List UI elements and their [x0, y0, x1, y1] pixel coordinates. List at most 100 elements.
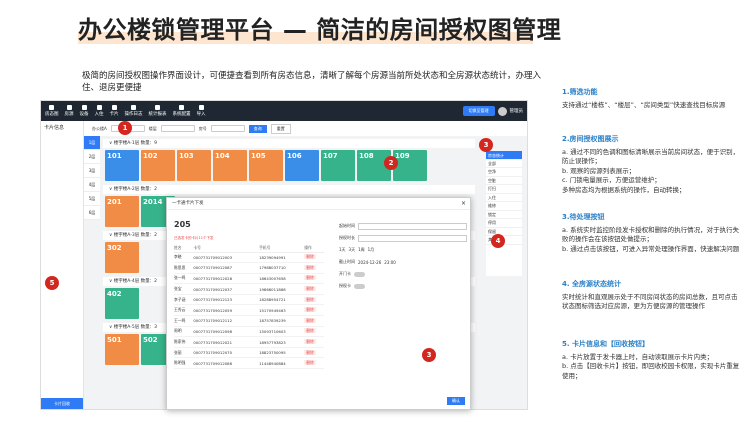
delete-button[interactable]: 删除	[304, 264, 316, 270]
floor-group-header[interactable]: ∨ 楼宇楼A-1层 数量：9	[103, 139, 475, 148]
nav-icon	[131, 105, 136, 110]
confirm-button[interactable]: 确认	[447, 397, 465, 405]
floor-tab[interactable]: 4层	[84, 178, 100, 192]
nav-icon	[81, 105, 87, 110]
nav-item[interactable]: 系统配置	[173, 105, 191, 117]
nav-item[interactable]: 设备	[80, 105, 89, 117]
nav-item[interactable]: 卡片	[110, 105, 119, 117]
callout-badge-5: 5	[45, 276, 59, 290]
status-item[interactable]: 维修	[486, 202, 522, 211]
user-area: 切换至管理 管理员	[462, 106, 523, 116]
floor-label: 楼层	[148, 125, 157, 131]
duration-1w[interactable]: 1周	[358, 247, 365, 253]
delete-button[interactable]: 删除	[304, 328, 316, 334]
table-cell: 删除	[304, 304, 324, 317]
status-item[interactable]: 空净	[486, 168, 522, 177]
table-cell: 0007731709012037	[193, 283, 260, 295]
table-cell: 删除	[304, 357, 324, 370]
table-cell: 删除	[304, 336, 324, 348]
reset-button[interactable]: 重置	[270, 123, 291, 134]
duration-1d[interactable]: 1天	[339, 247, 346, 253]
room-card[interactable]: 109	[393, 150, 427, 181]
floor-select[interactable]	[160, 125, 195, 132]
delete-button[interactable]: 删除	[304, 254, 316, 260]
callout-badge-1: 1	[118, 121, 132, 135]
status-item[interactable]: 入住	[486, 194, 522, 202]
open-card-label: 开门卡	[339, 271, 351, 276]
nav-item[interactable]: 房态图	[45, 105, 59, 117]
floor-tab[interactable]: 6层	[84, 206, 100, 220]
table-cell: 18957793823	[259, 336, 305, 348]
table-cell: 0007731709012087	[193, 262, 260, 274]
nav-item[interactable]: 操作日志	[125, 105, 143, 117]
duration-input[interactable]	[358, 234, 467, 242]
feature-line: a. 卡片放置于发卡器上时，自动读取展示卡片内类；	[562, 352, 714, 361]
room-card[interactable]: 201	[105, 196, 139, 227]
status-item[interactable]: 保留	[486, 228, 522, 236]
room-card[interactable]: 107	[321, 150, 355, 181]
table-cell: 0007731709012003	[193, 252, 260, 264]
start-time-input[interactable]	[358, 222, 467, 230]
room-card[interactable]: 101	[105, 150, 139, 181]
delete-button[interactable]: 删除	[304, 349, 316, 355]
delete-button[interactable]: 删除	[304, 339, 316, 345]
room-card[interactable]: 402	[105, 288, 139, 319]
nav-item[interactable]: 导入	[197, 105, 206, 117]
table-cell: 18823750095	[259, 347, 305, 359]
delete-button[interactable]: 删除	[304, 317, 316, 323]
avatar[interactable]	[497, 106, 507, 116]
room-number: 302	[107, 244, 122, 252]
end-date-value[interactable]: 2024-12-26	[358, 260, 381, 265]
nav-item[interactable]: 房源	[65, 105, 74, 117]
feature-block: 4. 全房源状态统计 实时统计和直观展示处于不同房间状态的房间总数，且可点击状态图…	[562, 280, 742, 312]
delete-button[interactable]: 删除	[304, 307, 316, 313]
feature-line: c. 门锁电量展示，方便运营维护；	[562, 176, 661, 184]
room-card[interactable]: 103	[177, 150, 211, 181]
table-cell: 删除	[304, 315, 324, 327]
status-item[interactable]: 打扫	[486, 185, 522, 194]
query-button[interactable]: 查询	[248, 124, 267, 133]
status-item[interactable]: 空脏	[486, 177, 522, 185]
floor-tabs: 1层 2层 3层 4层 5层 6层	[84, 136, 100, 220]
close-icon[interactable]: ×	[461, 200, 466, 207]
table-row: 陈家伟 0007731709012021 18957793823 删除	[174, 336, 324, 348]
building-label: 办公楼A	[92, 125, 107, 131]
nav-item[interactable]: 统计报表	[149, 105, 167, 117]
status-item[interactable]: 锁定	[486, 211, 522, 219]
room-number: 104	[215, 152, 230, 160]
room-card[interactable]: 106	[285, 150, 319, 181]
table-cell: 删除	[304, 262, 324, 274]
nav-item[interactable]: 入住	[95, 105, 104, 117]
delete-button[interactable]: 删除	[304, 286, 316, 292]
delete-button[interactable]: 删除	[304, 360, 316, 366]
open-card-toggle[interactable]	[354, 271, 365, 277]
floor-group-header[interactable]: ∨ 楼宇楼A-2层 数量：2	[103, 185, 475, 194]
room-card[interactable]: 302	[105, 242, 139, 273]
floor-tab[interactable]: 5层	[84, 192, 100, 206]
delete-button[interactable]: 删除	[304, 296, 316, 302]
room-number: 102	[143, 152, 158, 160]
floor-tab[interactable]: 3层	[84, 164, 100, 178]
room-input[interactable]	[210, 125, 245, 132]
manage-button[interactable]: 切换至管理	[462, 106, 495, 116]
room-card[interactable]: 104	[213, 150, 247, 181]
status-item[interactable]: 停用	[486, 219, 522, 228]
feature-line: b. 点击【回收卡片】按钮，即回收校园卡权限，实现卡片重复使用；	[562, 362, 740, 380]
table-cell: 18288954721	[259, 294, 305, 306]
status-item[interactable]: 全部	[486, 160, 522, 168]
delete-button[interactable]: 删除	[304, 275, 316, 281]
duration-1m[interactable]: 1月	[368, 247, 375, 253]
duration-3d[interactable]: 3天	[349, 247, 356, 253]
auth-card-toggle[interactable]	[354, 283, 365, 289]
recycle-card-button[interactable]: 卡片回收	[41, 398, 83, 409]
feature-line: 支持通过“楼栋”、“楼层”、“房间类型”快速查找目标房源	[562, 100, 726, 109]
feature-title: 3.待处理按钮	[562, 213, 605, 221]
floor-tab[interactable]: 1层	[84, 136, 100, 150]
floor-tab[interactable]: 2层	[84, 150, 100, 164]
room-card[interactable]: 105	[249, 150, 283, 181]
table-row: 张丽 0007731709012070 18823750095 删除	[174, 347, 324, 359]
end-time-value[interactable]: 23:00	[384, 260, 396, 265]
room-card[interactable]: 501	[105, 334, 139, 365]
room-card[interactable]: 102	[141, 150, 175, 181]
nav-menu: 房态图 房源 设备 入住 卡片 操作日志 统计报表 系统配置 导入	[45, 105, 206, 117]
